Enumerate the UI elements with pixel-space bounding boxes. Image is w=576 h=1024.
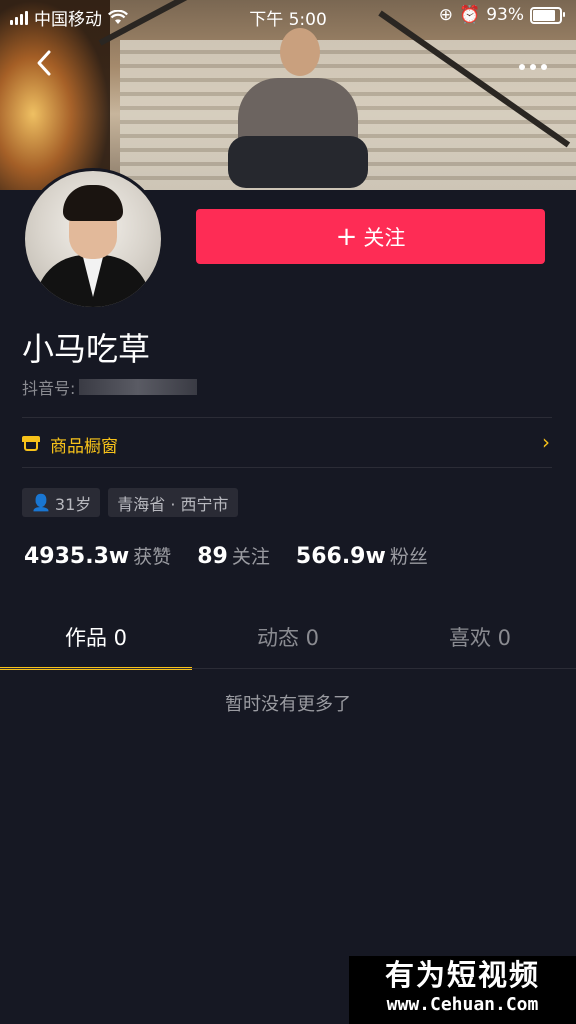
follow-button-label: 关注 [363,225,406,250]
divider [22,417,552,418]
likes-count: 4935.3w [24,544,130,569]
location-text: 青海省 · 西宁市 [117,494,229,514]
shop-window-row[interactable]: 商品橱窗 › [22,430,552,458]
chevron-right-icon: › [542,430,550,454]
age-tag: 👤 31岁 [22,488,101,517]
tab-activity[interactable]: 动态 0 [192,612,384,668]
more-options-icon[interactable] [518,52,552,72]
user-icon: 👤 [31,493,51,512]
douyin-id-redacted [79,379,198,395]
likes-label: 获赞 [133,546,172,568]
watermark: 有为短视频 www.Cehuan.Com [349,956,576,1024]
battery-icon [530,6,565,24]
following-stat[interactable]: 89 关注 [197,542,270,569]
following-label: 关注 [231,546,270,568]
douyin-id-label: 抖音号: [22,379,76,398]
likes-stat: 4935.3w 获赞 [24,542,171,569]
douyin-id: 抖音号: [22,375,198,399]
profile-tags: 👤 31岁 青海省 · 西宁市 [22,488,238,517]
fans-label: 粉丝 [389,546,428,568]
divider [22,467,552,468]
back-arrow-icon[interactable] [34,48,64,82]
rotation-lock-icon: ⊕ [438,5,454,25]
status-bar: 中国移动 下午 5:00 ⊕ ⏰ 93% [0,0,576,30]
age-text: 31岁 [54,494,92,514]
battery-percent: 93% [486,5,524,25]
fans-count: 566.9w [295,544,386,569]
plus-icon: + [335,221,358,252]
shop-window-label: 商品橱窗 [50,436,118,457]
following-count: 89 [197,544,228,569]
profile-name: 小马吃草 [22,330,151,368]
tab-works[interactable]: 作品 0 [0,612,192,670]
tab-likes[interactable]: 喜欢 0 [384,612,576,668]
cover-person [228,28,368,188]
fans-stat[interactable]: 566.9w 粉丝 [296,542,428,569]
profile-stats: 4935.3w 获赞 89 关注 566.9w 粉丝 [24,542,428,569]
location-tag: 青海省 · 西宁市 [108,488,238,517]
avatar[interactable] [22,168,164,310]
store-icon [22,435,40,453]
content-tabs: 作品 0 动态 0 喜欢 0 [0,612,576,670]
follow-button[interactable]: + 关注 [196,209,545,264]
empty-state-message: 暂时没有更多了 [225,694,351,715]
tab-divider [0,668,576,669]
watermark-url: www.Cehuan.Com [386,994,539,1015]
alarm-icon: ⏰ [459,5,481,25]
watermark-title: 有为短视频 [384,958,540,992]
